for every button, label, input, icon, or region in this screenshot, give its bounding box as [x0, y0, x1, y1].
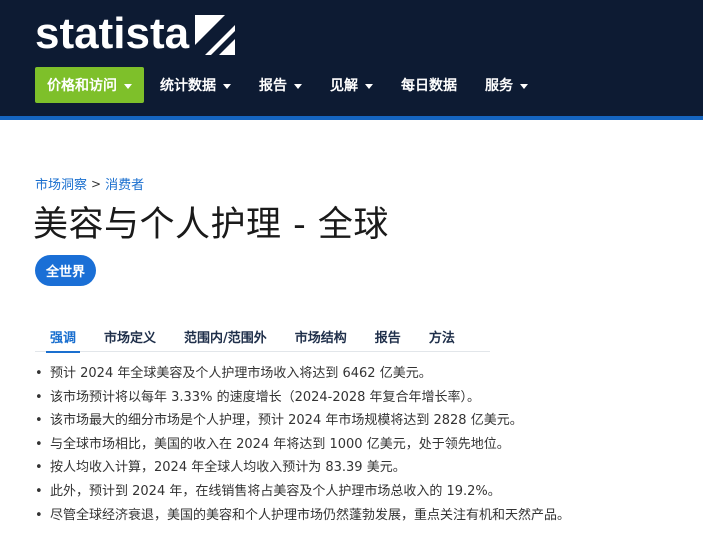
- highlight-text: 与全球市场相比，美国的收入在 2024 年将达到 1000 亿美元，处于领先地位…: [50, 436, 510, 452]
- list-item: • 该市场预计将以每年 3.33% 的速度增长（2024-2028 年复合年增长率…: [35, 386, 695, 410]
- list-item: • 按人均收入计算，2024 年全球人均收入预计为 83.39 美元。: [35, 456, 695, 480]
- list-item: • 此外，预计到 2024 年，在线销售将占美容及个人护理市场总收入的 19.2%…: [35, 480, 695, 504]
- logo-mark-icon: [195, 15, 236, 55]
- chevron-down-icon: [223, 83, 231, 89]
- statista-logo[interactable]: statista: [35, 9, 236, 58]
- list-item: • 与全球市场相比，美国的收入在 2024 年将达到 1000 亿美元，处于领先地…: [35, 433, 695, 457]
- nav-item-label: 价格和访问: [47, 78, 117, 94]
- highlight-text: 按人均收入计算，2024 年全球人均收入预计为 83.39 美元。: [50, 460, 406, 476]
- bullet-icon: •: [35, 507, 43, 523]
- bullet-icon: •: [35, 366, 43, 381]
- bullet-icon: •: [35, 436, 43, 452]
- nav-item-reports[interactable]: 报告: [259, 67, 302, 103]
- nav-item-services[interactable]: 服务: [485, 67, 528, 103]
- highlight-text: 此外，预计到 2024 年，在线销售将占美容及个人护理市场总收入的 19.2%。: [50, 483, 501, 499]
- chevron-down-icon: [294, 83, 302, 89]
- highlight-text: 该市场预计将以每年 3.33% 的速度增长（2024-2028 年复合年增长率）…: [50, 389, 481, 405]
- nav-item-label: 每日数据: [401, 78, 457, 94]
- tab-scope[interactable]: 范围内/范围外: [184, 320, 267, 352]
- highlight-text: 尽管全球经济衰退，美国的美容和个人护理市场仍然蓬勃发展，重点关注有机和天然产品。: [50, 507, 571, 523]
- nav-item-label: 服务: [485, 78, 513, 94]
- breadcrumb-market-insights[interactable]: 市场洞察: [35, 174, 87, 193]
- bullet-icon: •: [35, 460, 43, 476]
- site-header: statista 价格和访问 统计数据 报告 见解 每日数据 服务: [0, 0, 703, 120]
- breadcrumb-separator: >: [91, 176, 102, 191]
- bullet-icon: •: [35, 413, 43, 429]
- nav-item-label: 报告: [259, 78, 287, 94]
- highlight-text: 该市场最大的细分市场是个人护理，预计 2024 年市场规模将达到 2828 亿美…: [50, 413, 523, 429]
- nav-item-statistics[interactable]: 统计数据: [160, 67, 231, 103]
- nav-item-label: 统计数据: [160, 78, 216, 94]
- tab-bar: 强调 市场定义 范围内/范围外 市场结构 报告 方法: [35, 320, 490, 353]
- nav-item-label: 见解: [330, 78, 358, 94]
- list-item: • 预计 2024 年全球美容及个人护理市场收入将达到 6462 亿美元。: [35, 362, 695, 386]
- chevron-down-icon: [520, 83, 528, 89]
- main-nav: 价格和访问 统计数据 报告 见解 每日数据 服务: [35, 67, 556, 103]
- logo-wordmark: statista: [35, 9, 190, 58]
- page-title: 美容与个人护理 - 全球: [33, 205, 389, 245]
- region-badge[interactable]: 全世界: [35, 255, 97, 286]
- breadcrumb-consumer[interactable]: 消费者: [105, 174, 144, 193]
- highlight-text: 预计 2024 年全球美容及个人护理市场收入将达到 6462 亿美元。: [50, 366, 432, 381]
- chevron-down-icon: [124, 83, 132, 89]
- tab-highlights[interactable]: 强调: [35, 320, 81, 353]
- list-item: • 该市场最大的细分市场是个人护理，预计 2024 年市场规模将达到 2828 亿…: [35, 409, 695, 433]
- breadcrumb: 市场洞察 > 消费者: [35, 174, 144, 194]
- highlights-list: • 预计 2024 年全球美容及个人护理市场收入将达到 6462 亿美元。 • 该市…: [35, 362, 695, 527]
- list-item: • 尽管全球经济衰退，美国的美容和个人护理市场仍然蓬勃发展，重点关注有机和天然产品…: [35, 504, 695, 528]
- nav-item-daily-data[interactable]: 每日数据: [401, 67, 457, 103]
- nav-item-insights[interactable]: 见解: [330, 67, 373, 103]
- chevron-down-icon: [365, 83, 373, 89]
- bullet-icon: •: [35, 483, 43, 499]
- bullet-icon: •: [35, 389, 43, 405]
- tab-reports[interactable]: 报告: [375, 320, 401, 352]
- tab-market-structure[interactable]: 市场结构: [295, 320, 347, 352]
- tab-methodology[interactable]: 方法: [429, 320, 455, 352]
- tab-market-definition[interactable]: 市场定义: [104, 320, 156, 352]
- nav-item-pricing[interactable]: 价格和访问: [35, 67, 144, 103]
- header-accent-bar: [0, 116, 703, 120]
